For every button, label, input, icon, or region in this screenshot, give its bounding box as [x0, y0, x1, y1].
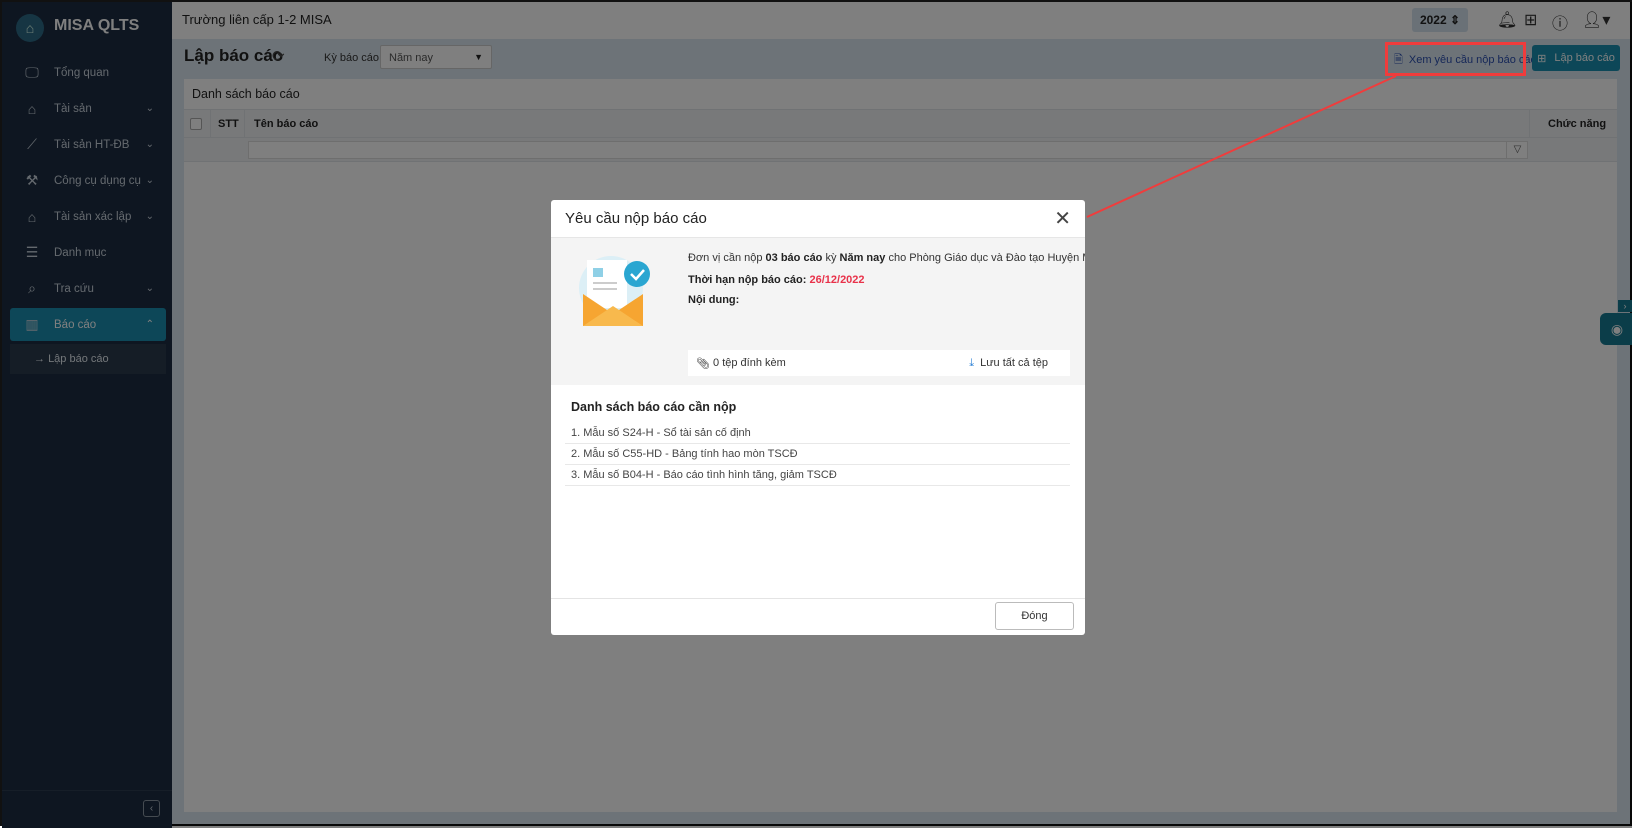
close-icon[interactable]: ✕: [1054, 206, 1071, 231]
list-item: 3. Mẫu số B04-H - Báo cáo tình hình tăng…: [565, 465, 1070, 486]
list-item: 2. Mẫu số C55-HD - Bảng tính hao mòn TSC…: [565, 444, 1070, 465]
envelope-check-illustration: [579, 256, 650, 326]
highlight-box: [1385, 42, 1526, 76]
attachment-count: 0 tệp đính kèm: [713, 357, 786, 369]
close-button[interactable]: Đóng: [995, 602, 1074, 630]
report-request-dialog: Yêu cầu nộp báo cáo ✕ Đơn vị cần nộp 03 …: [551, 200, 1085, 635]
request-summary: Đơn vị cần nộp 03 báo cáo kỳ Năm nay cho…: [688, 252, 1085, 264]
footer-divider: [551, 598, 1085, 599]
content-label: Nội dung:: [688, 294, 740, 306]
request-info: Đơn vị cần nộp 03 báo cáo kỳ Năm nay cho…: [551, 237, 1085, 385]
save-all-files-button[interactable]: ⤓ Lưu tất cả tệp: [969, 357, 1048, 370]
attachments-bar: 📎︎ 0 tệp đính kèm ⤓ Lưu tất cả tệp: [688, 350, 1070, 376]
download-icon: ⤓: [969, 356, 975, 369]
deadline: Thời hạn nộp báo cáo: 26/12/2022: [688, 274, 865, 286]
list-item: 1. Mẫu số S24-H - Sổ tài sản cố định: [565, 423, 1070, 444]
paperclip-icon: 📎︎: [696, 357, 714, 370]
dialog-title: Yêu cầu nộp báo cáo: [565, 210, 707, 227]
required-reports-title: Danh sách báo cáo cần nộp: [571, 400, 737, 414]
